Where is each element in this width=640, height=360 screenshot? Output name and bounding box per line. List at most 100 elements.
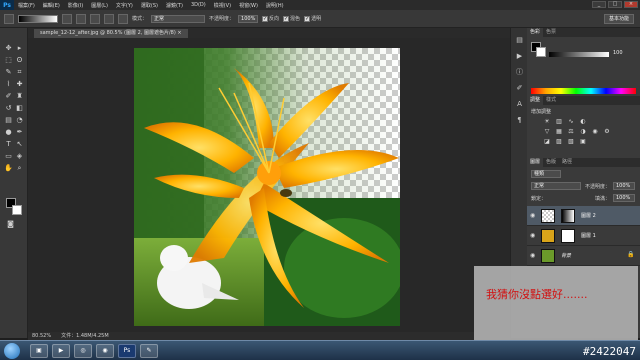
threshold-icon[interactable]: ▧ bbox=[567, 138, 575, 145]
move-icon[interactable]: ✥ bbox=[4, 44, 13, 53]
menu-edit[interactable]: 編輯(E) bbox=[39, 2, 64, 9]
menu-image[interactable]: 影像(I) bbox=[64, 2, 87, 9]
document-canvas[interactable] bbox=[134, 48, 400, 326]
panel-bg-color[interactable] bbox=[536, 47, 546, 57]
eyedropper-icon[interactable]: ⌇ bbox=[4, 80, 13, 89]
menu-layer[interactable]: 圖層(L) bbox=[87, 2, 112, 9]
browser2-icon[interactable]: ◉ bbox=[96, 344, 114, 358]
minimize-button[interactable]: _ bbox=[592, 1, 606, 8]
layer-row[interactable]: ◉ 圖層 1 bbox=[527, 226, 640, 246]
layer-mask-thumbnail[interactable] bbox=[561, 209, 575, 223]
workspace-select[interactable]: 基本功能 bbox=[603, 14, 634, 24]
curves-icon[interactable]: ∿ bbox=[567, 118, 575, 125]
selective-color-icon[interactable]: ▣ bbox=[579, 138, 587, 145]
close-window-button[interactable]: × bbox=[624, 1, 638, 8]
quick-mask-icon[interactable]: ◙ bbox=[6, 220, 15, 229]
healing-icon[interactable]: ✚ bbox=[15, 80, 24, 89]
gradient-tool-icon[interactable] bbox=[4, 13, 14, 24]
gradient-picker[interactable] bbox=[18, 14, 58, 23]
channel-mixer-icon[interactable]: ⚙ bbox=[603, 128, 611, 135]
exposure-icon[interactable]: ◐ bbox=[579, 118, 587, 125]
artboard-icon[interactable]: ▸ bbox=[15, 44, 24, 53]
start-button[interactable] bbox=[4, 343, 20, 359]
levels-icon[interactable]: ▥ bbox=[555, 118, 563, 125]
color-slider[interactable] bbox=[549, 52, 609, 57]
paint-icon[interactable]: ✎ bbox=[140, 344, 158, 358]
radial-gradient-icon[interactable] bbox=[76, 13, 86, 24]
lasso-icon[interactable]: ʘ bbox=[15, 56, 24, 65]
reverse-checkbox[interactable]: ✓ bbox=[262, 15, 269, 22]
history-panel-icon[interactable]: ▤ bbox=[515, 36, 524, 45]
menu-view[interactable]: 檢視(V) bbox=[210, 2, 235, 9]
tab-paths[interactable]: 路徑 bbox=[559, 158, 575, 167]
layer-row[interactable]: ◉ 背景 🔒 bbox=[527, 246, 640, 266]
invert-icon[interactable]: ◪ bbox=[543, 138, 551, 145]
menu-help[interactable]: 說明(H) bbox=[262, 2, 288, 9]
fill-input[interactable]: 100% bbox=[613, 194, 635, 202]
menu-type[interactable]: 文字(Y) bbox=[112, 2, 137, 9]
browser-icon[interactable]: ◎ bbox=[74, 344, 92, 358]
linear-gradient-icon[interactable] bbox=[62, 13, 72, 24]
color-balance-icon[interactable]: ⚖ bbox=[567, 128, 575, 135]
black-white-icon[interactable]: ◑ bbox=[579, 128, 587, 135]
zoom-level[interactable]: 80.52% bbox=[32, 332, 51, 340]
eye-icon[interactable]: ◉ bbox=[530, 212, 535, 219]
explorer-icon[interactable]: ▣ bbox=[30, 344, 48, 358]
brush-panel-icon[interactable]: ✐ bbox=[515, 84, 524, 93]
document-tab[interactable]: sample_12-12_after.jpg @ 80.5% (圖層 2, 圖層… bbox=[34, 29, 188, 38]
eraser-icon[interactable]: ◧ bbox=[15, 104, 24, 113]
photoshop-task-icon[interactable]: Ps bbox=[118, 344, 136, 358]
history-brush-icon[interactable]: ↺ bbox=[4, 104, 13, 113]
mode-select[interactable]: 正常 bbox=[151, 14, 206, 23]
character-panel-icon[interactable]: A bbox=[515, 100, 524, 109]
layer-kind-filter[interactable]: 種類 bbox=[531, 170, 561, 178]
layer-opacity-input[interactable]: 100% bbox=[613, 182, 635, 190]
hue-saturation-icon[interactable]: ▦ bbox=[555, 128, 563, 135]
photo-filter-icon[interactable]: ◉ bbox=[591, 128, 599, 135]
hand-icon[interactable]: ✋ bbox=[4, 164, 13, 173]
color-spectrum[interactable] bbox=[531, 88, 636, 94]
paragraph-panel-icon[interactable]: ¶ bbox=[515, 116, 524, 125]
tab-adjustments[interactable]: 調整 bbox=[527, 96, 544, 105]
transparency-checkbox[interactable]: ✓ bbox=[304, 15, 311, 22]
tab-styles[interactable]: 樣式 bbox=[543, 96, 559, 105]
tab-swatches[interactable]: 色票 bbox=[543, 28, 559, 37]
layer-mask-thumbnail[interactable] bbox=[561, 229, 575, 243]
3d-icon[interactable]: ◈ bbox=[15, 152, 24, 161]
menu-filter[interactable]: 濾鏡(T) bbox=[162, 2, 187, 9]
menu-window[interactable]: 視窗(W) bbox=[235, 2, 262, 9]
angle-gradient-icon[interactable] bbox=[90, 13, 100, 24]
tab-channels[interactable]: 色版 bbox=[543, 158, 559, 167]
vibrance-icon[interactable]: ▽ bbox=[543, 128, 551, 135]
brush-icon[interactable]: ✐ bbox=[4, 92, 13, 101]
media-icon[interactable]: ▶ bbox=[52, 344, 70, 358]
dither-checkbox[interactable]: ✓ bbox=[283, 15, 290, 22]
brightness-icon[interactable]: ☀ bbox=[543, 118, 551, 125]
pen-icon[interactable]: ✒ bbox=[15, 128, 24, 137]
eye-icon[interactable]: ◉ bbox=[530, 232, 535, 239]
maximize-button[interactable]: □ bbox=[608, 1, 622, 8]
reflected-gradient-icon[interactable] bbox=[104, 13, 114, 24]
zoom-icon[interactable]: ⌕ bbox=[15, 164, 24, 173]
gradient-icon[interactable]: ▤ bbox=[4, 116, 13, 125]
marquee-icon[interactable]: ⬚ bbox=[4, 56, 13, 65]
type-icon[interactable]: T bbox=[4, 140, 13, 149]
info-panel-icon[interactable]: ⓘ bbox=[515, 68, 524, 77]
quick-select-icon[interactable]: ✎ bbox=[4, 68, 13, 77]
crop-icon[interactable]: ⌗ bbox=[15, 68, 24, 77]
dodge-icon[interactable]: ● bbox=[4, 128, 13, 137]
diamond-gradient-icon[interactable] bbox=[118, 13, 128, 24]
blend-mode-select[interactable]: 正常 bbox=[531, 182, 581, 190]
menu-file[interactable]: 檔案(F) bbox=[14, 2, 39, 9]
background-color[interactable] bbox=[12, 205, 22, 215]
shape-icon[interactable]: ▭ bbox=[4, 152, 13, 161]
tab-layers[interactable]: 圖層 bbox=[527, 158, 544, 167]
layer-row[interactable]: ◉ 圖層 2 bbox=[527, 206, 640, 226]
opacity-input[interactable]: 100% bbox=[238, 14, 259, 23]
menu-select[interactable]: 選取(S) bbox=[137, 2, 162, 9]
tab-color[interactable]: 色彩 bbox=[527, 28, 544, 37]
posterize-icon[interactable]: ▨ bbox=[555, 138, 563, 145]
stamp-icon[interactable]: ♜ bbox=[15, 92, 24, 101]
menu-3d[interactable]: 3D(D) bbox=[187, 2, 210, 8]
eye-icon[interactable]: ◉ bbox=[530, 252, 535, 259]
